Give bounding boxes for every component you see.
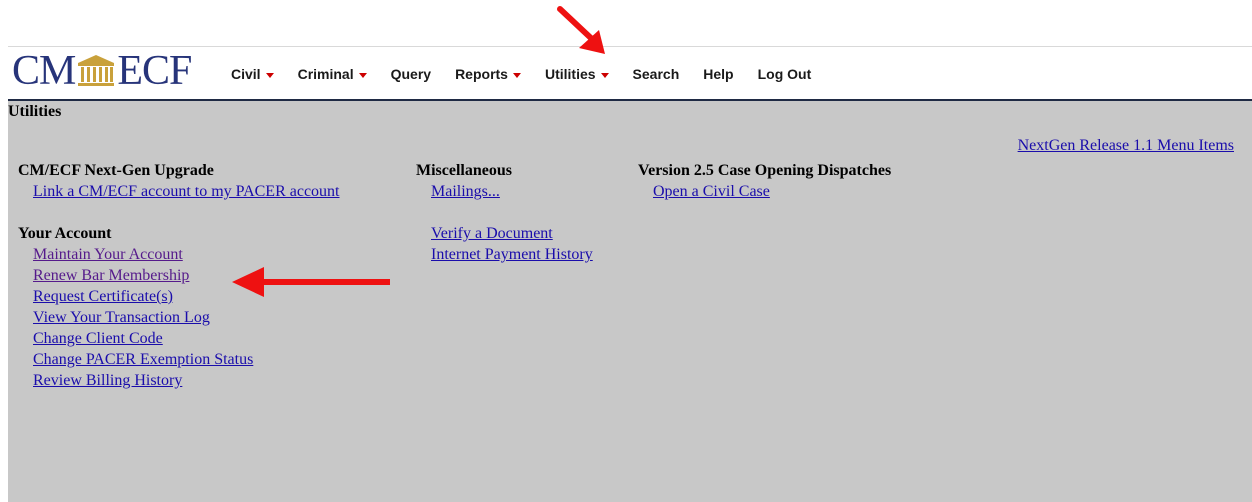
menu-logout-label: Log Out: [757, 66, 812, 82]
dropdown-caret-icon: [600, 73, 609, 78]
link-change-pacer-exemption-status[interactable]: Change PACER Exemption Status: [33, 349, 340, 370]
menu-reports[interactable]: Reports: [455, 66, 521, 82]
menu-utilities[interactable]: Utilities: [545, 66, 609, 82]
column-case-opening: Version 2.5 Case Opening Dispatches Open…: [638, 160, 891, 202]
link-cmecf-account-to-pacer[interactable]: Link a CM/ECF account to my PACER accoun…: [33, 181, 340, 202]
link-change-client-code[interactable]: Change Client Code: [33, 328, 340, 349]
arrow-to-utilities-menu: [557, 6, 605, 54]
menu-logout[interactable]: Log Out: [758, 66, 812, 82]
menu-query[interactable]: Query: [391, 66, 431, 82]
main-menu: Civil Criminal Query Reports Utilities Search…: [231, 66, 835, 82]
column-miscellaneous: Miscellaneous Mailings... Verify a Docum…: [416, 160, 593, 265]
dropdown-caret-icon: [265, 73, 274, 78]
link-review-billing-history[interactable]: Review Billing History: [33, 370, 340, 391]
menu-help-label: Help: [703, 66, 734, 82]
menu-search[interactable]: Search: [633, 66, 680, 82]
link-verify-a-document[interactable]: Verify a Document: [431, 223, 593, 244]
section-heading-miscellaneous: Miscellaneous: [416, 162, 512, 179]
menu-help[interactable]: Help: [703, 66, 733, 82]
header-bar: CM ECF Civil Criminal Query Reports Utilitie…: [8, 47, 1252, 101]
link-open-a-civil-case[interactable]: Open a Civil Case: [653, 181, 891, 202]
menu-civil-label: Civil: [231, 66, 261, 82]
link-internet-payment-history[interactable]: Internet Payment History: [431, 244, 593, 265]
menu-query-label: Query: [390, 66, 432, 82]
link-mailings[interactable]: Mailings...: [431, 181, 593, 202]
nextgen-menu-items-link[interactable]: NextGen Release 1.1 Menu Items: [1018, 137, 1234, 155]
section-heading-case-opening-dispatches: Version 2.5 Case Opening Dispatches: [638, 162, 892, 179]
logo-cm-text: CM: [12, 48, 76, 94]
menu-search-label: Search: [632, 66, 680, 82]
link-maintain-your-account[interactable]: Maintain Your Account: [33, 244, 340, 265]
menu-reports-label: Reports: [455, 66, 508, 82]
link-view-transaction-log[interactable]: View Your Transaction Log: [33, 307, 340, 328]
utilities-content: Utilities NextGen Release 1.1 Menu Items…: [8, 101, 1252, 502]
menu-criminal-label: Criminal: [297, 66, 354, 82]
section-heading-nextgen-upgrade: CM/ECF Next-Gen Upgrade: [18, 162, 214, 179]
menu-criminal[interactable]: Criminal: [298, 66, 367, 82]
page-title: Utilities: [8, 103, 62, 120]
menu-civil[interactable]: Civil: [231, 66, 274, 82]
logo-ecf-text: ECF: [117, 48, 192, 94]
cmecf-logo[interactable]: CM ECF: [12, 48, 192, 94]
dropdown-caret-icon: [358, 73, 367, 78]
section-heading-your-account: Your Account: [18, 225, 112, 242]
menu-utilities-label: Utilities: [544, 66, 596, 82]
arrow-to-renew-bar-membership: [232, 267, 390, 297]
dropdown-caret-icon: [512, 73, 521, 78]
courthouse-icon: [78, 55, 115, 86]
